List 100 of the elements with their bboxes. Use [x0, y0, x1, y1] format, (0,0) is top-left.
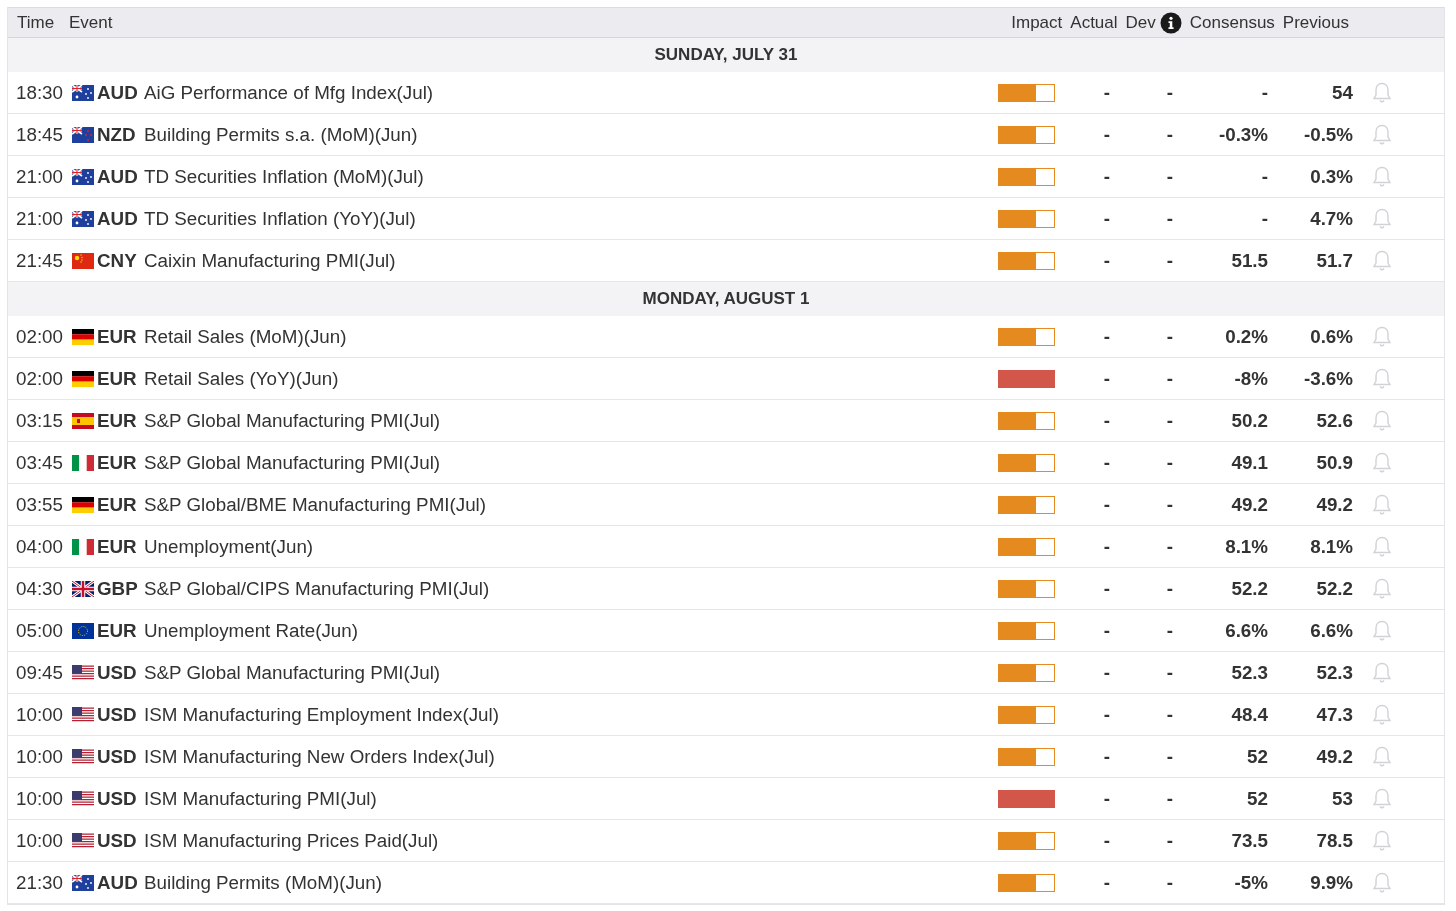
bell-icon[interactable]: [1371, 80, 1393, 105]
consensus-value: 0.2%: [1224, 325, 1268, 348]
actual-value: -: [1102, 787, 1112, 810]
event-name[interactable]: AiG Performance of Mfg Index(Jul): [144, 81, 998, 104]
dev-value: -: [1165, 577, 1175, 600]
previous-value: -0.5%: [1302, 123, 1353, 146]
consensus-value: 51.5: [1230, 249, 1268, 272]
previous-value: 4.7%: [1309, 207, 1353, 230]
bell-icon[interactable]: [1371, 534, 1393, 559]
consensus-value: 52: [1246, 745, 1268, 768]
dev-value: -: [1165, 367, 1175, 390]
event-name[interactable]: S&P Global Manufacturing PMI(Jul): [144, 661, 998, 684]
consensus-value: -8%: [1233, 367, 1268, 390]
bell-icon[interactable]: [1371, 324, 1393, 349]
event-name[interactable]: ISM Manufacturing New Orders Index(Jul): [144, 745, 998, 768]
eu-flag-icon: [72, 622, 94, 639]
impact-meter: [998, 209, 1055, 228]
impact-meter: [998, 663, 1055, 682]
bell-icon[interactable]: [1371, 618, 1393, 643]
currency-code: EUR: [97, 451, 138, 474]
actual-value: -: [1102, 535, 1112, 558]
dev-value: -: [1165, 661, 1175, 684]
previous-value: 52.3: [1315, 661, 1353, 684]
event-name[interactable]: Caixin Manufacturing PMI(Jul): [144, 249, 998, 272]
actual-value: -: [1102, 409, 1112, 432]
bell-icon[interactable]: [1371, 248, 1393, 273]
column-header: Time: [17, 12, 56, 33]
consensus-value: -: [1260, 81, 1268, 104]
impact-meter: [998, 167, 1055, 186]
event-name[interactable]: ISM Manufacturing PMI(Jul): [144, 787, 998, 810]
australia-flag-icon: [72, 168, 94, 185]
actual-value: -: [1102, 703, 1112, 726]
actual-value: -: [1102, 451, 1112, 474]
bell-icon[interactable]: [1371, 492, 1393, 517]
event-name[interactable]: TD Securities Inflation (YoY)(Jul): [144, 207, 998, 230]
event-name[interactable]: Building Permits (MoM)(Jun): [144, 871, 998, 894]
bell-icon[interactable]: [1371, 366, 1393, 391]
bell-icon[interactable]: [1371, 744, 1393, 769]
currency-code: GBP: [97, 577, 139, 600]
dev-value: -: [1165, 829, 1175, 852]
dev-value: -: [1165, 535, 1175, 558]
event-time: 04:00: [16, 535, 64, 558]
event-time: 10:00: [16, 745, 64, 768]
event-name[interactable]: Unemployment Rate(Jun): [144, 619, 998, 642]
dev-value: -: [1165, 409, 1175, 432]
event-name[interactable]: S&P Global/CIPS Manufacturing PMI(Jul): [144, 577, 998, 600]
event-name[interactable]: Building Permits s.a. (MoM)(Jun): [144, 123, 998, 146]
event-name[interactable]: ISM Manufacturing Employment Index(Jul): [144, 703, 998, 726]
usa-flag-icon: [72, 706, 94, 723]
event-time: 09:45: [16, 661, 64, 684]
actual-value: -: [1102, 661, 1112, 684]
impact-meter: [998, 327, 1055, 346]
bell-icon[interactable]: [1371, 786, 1393, 811]
bell-icon[interactable]: [1371, 660, 1393, 685]
previous-value: 53: [1331, 787, 1353, 810]
bell-icon[interactable]: [1371, 206, 1393, 231]
australia-flag-icon: [72, 210, 94, 227]
germany-flag-icon: [72, 370, 94, 387]
dev-value: -: [1165, 81, 1175, 104]
event-name[interactable]: Retail Sales (YoY)(Jun): [144, 367, 998, 390]
australia-flag-icon: [72, 84, 94, 101]
actual-value: -: [1102, 325, 1112, 348]
bell-icon[interactable]: [1371, 122, 1393, 147]
event-name[interactable]: Unemployment(Jun): [144, 535, 998, 558]
previous-value: -3.6%: [1302, 367, 1353, 390]
event-time: 21:00: [16, 207, 64, 230]
event-name[interactable]: TD Securities Inflation (MoM)(Jul): [144, 165, 998, 188]
australia-flag-icon: [72, 874, 94, 891]
bell-icon[interactable]: [1371, 408, 1393, 433]
consensus-value: 49.1: [1230, 451, 1268, 474]
bell-icon[interactable]: [1371, 870, 1393, 895]
bell-icon[interactable]: [1371, 164, 1393, 189]
dev-value: -: [1165, 325, 1175, 348]
actual-value: -: [1102, 367, 1112, 390]
event-name[interactable]: ISM Manufacturing Prices Paid(Jul): [144, 829, 998, 852]
previous-value: 54: [1331, 81, 1353, 104]
info-icon[interactable]: [1159, 11, 1182, 34]
event-name[interactable]: Retail Sales (MoM)(Jun): [144, 325, 998, 348]
impact-meter: [998, 831, 1055, 850]
bell-icon[interactable]: [1371, 576, 1393, 601]
event-name[interactable]: S&P Global Manufacturing PMI(Jul): [144, 409, 998, 432]
event-time: 18:30: [16, 81, 64, 104]
column-header: Dev: [1125, 12, 1156, 33]
china-flag-icon: [72, 252, 94, 269]
event-name[interactable]: S&P Global Manufacturing PMI(Jul): [144, 451, 998, 474]
bell-icon[interactable]: [1371, 702, 1393, 727]
event-name[interactable]: S&P Global/BME Manufacturing PMI(Jul): [144, 493, 998, 516]
actual-value: -: [1102, 829, 1112, 852]
event-time: 03:15: [16, 409, 64, 432]
dev-value: -: [1165, 619, 1175, 642]
impact-meter: [998, 495, 1055, 514]
bell-icon[interactable]: [1371, 828, 1393, 853]
dev-value: -: [1165, 123, 1175, 146]
actual-value: -: [1102, 123, 1112, 146]
bell-icon[interactable]: [1371, 450, 1393, 475]
impact-meter: [998, 251, 1055, 270]
column-header: Actual: [1070, 12, 1118, 33]
date-heading: SUNDAY, JULY 31: [654, 45, 798, 65]
event-time: 21:45: [16, 249, 64, 272]
actual-value: -: [1102, 249, 1112, 272]
